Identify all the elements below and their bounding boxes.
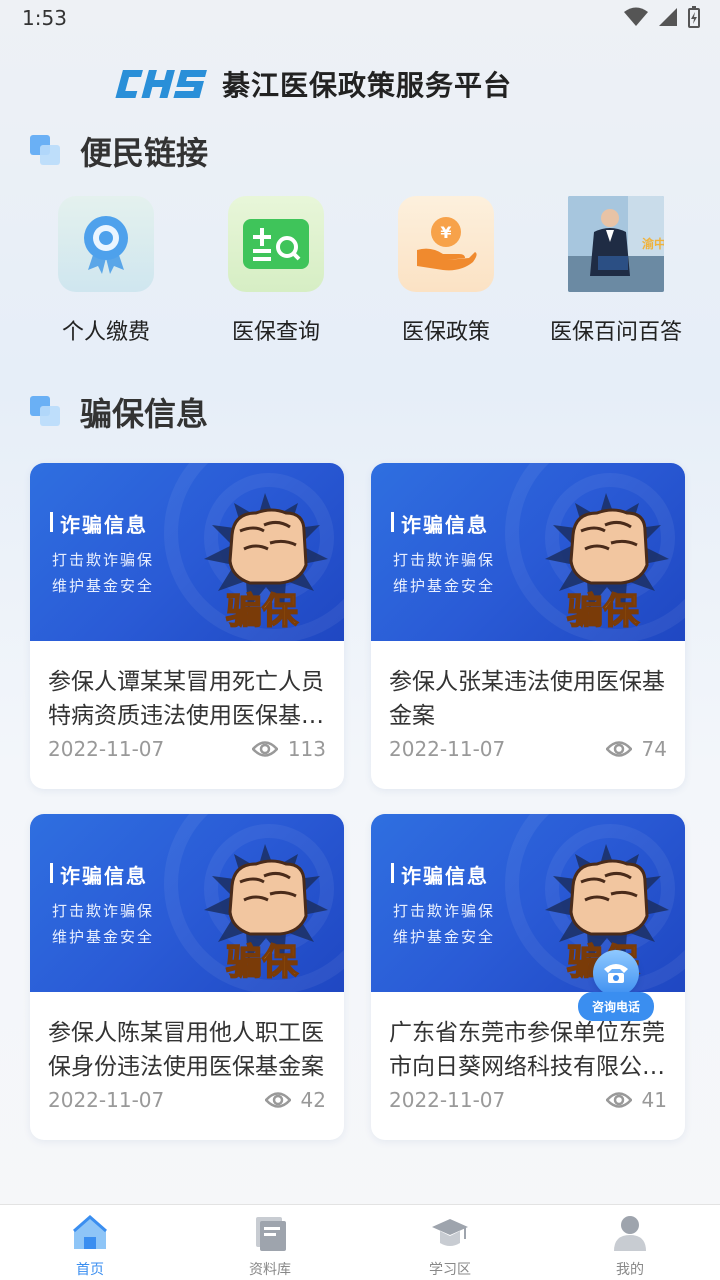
view-count: 41 xyxy=(641,1088,667,1112)
card-views: 74 xyxy=(605,737,667,761)
app-header: 綦江医保政策服务平台 xyxy=(110,62,512,106)
search-list-icon xyxy=(228,196,324,292)
tab-home[interactable]: 首页 xyxy=(0,1205,180,1280)
card-date: 2022-11-07 xyxy=(389,1088,506,1112)
banner-line: 打击欺诈骗保 xyxy=(52,551,155,569)
svg-text:¥: ¥ xyxy=(440,223,451,242)
banner-line: 维护基金安全 xyxy=(393,928,496,946)
section-squares-icon xyxy=(30,396,64,428)
view-count: 42 xyxy=(300,1088,326,1112)
banner-line: 打击欺诈骗保 xyxy=(52,902,155,920)
banner-title: 诈骗信息 xyxy=(401,513,489,537)
card-title: 参保人谭某某冒用死亡人员特病资质违法使用医保基金案 xyxy=(48,669,324,729)
consult-phone-button[interactable]: 咨询电话 xyxy=(578,950,654,1026)
banner-title: 诈骗信息 xyxy=(60,513,148,537)
tab-label: 我的 xyxy=(616,1262,644,1278)
chs-logo xyxy=(115,70,207,98)
banner-line: 维护基金安全 xyxy=(52,928,155,946)
tab-label: 学习区 xyxy=(429,1262,471,1278)
app-title: 綦江医保政策服务平台 xyxy=(222,69,513,102)
video-thumbnail: 渝中 xyxy=(568,196,664,292)
quick-link-insurance-query[interactable]: 医保查询 xyxy=(191,196,361,346)
quick-links: 个人缴费 医保查询 ¥ 医保政策 渝中 医保百问百答 xyxy=(0,196,720,356)
quick-links-title: 便民链接 xyxy=(80,134,209,172)
battery-icon xyxy=(688,6,700,28)
fraud-info-header: 骗保信息 xyxy=(30,389,208,435)
tab-profile[interactable]: 我的 xyxy=(540,1205,720,1280)
fraud-banner: 诈骗信息 打击欺诈骗保 维护基金安全 骗保 xyxy=(30,463,344,641)
book-icon xyxy=(256,1217,286,1251)
fist-text: 骗保 xyxy=(226,942,299,983)
wifi-icon xyxy=(624,7,648,26)
quick-link-label: 医保查询 xyxy=(231,320,320,345)
phone-icon xyxy=(593,950,639,996)
eye-icon xyxy=(251,741,278,757)
quick-link-insurance-policy[interactable]: ¥ 医保政策 xyxy=(361,196,531,346)
status-time: 1:53 xyxy=(22,6,67,30)
tab-library[interactable]: 资料库 xyxy=(180,1205,360,1280)
fist-text: 骗保 xyxy=(226,591,299,632)
user-icon xyxy=(614,1216,646,1251)
fraud-case-card[interactable]: 诈骗信息 打击欺诈骗保 维护基金安全 骗保 参保人谭某某冒用死亡人员特病资质违法… xyxy=(30,463,344,789)
status-icons xyxy=(624,6,700,28)
bottom-tab-bar: 首页 资料库 学习区 我的 xyxy=(0,1204,720,1280)
banner-line: 打击欺诈骗保 xyxy=(393,902,496,920)
fist-icon: 骗保 xyxy=(545,493,669,633)
fraud-case-card[interactable]: 诈骗信息 打击欺诈骗保 维护基金安全 骗保 参保人陈某冒用他人职工医保身份违法使… xyxy=(30,814,344,1140)
fist-text: 骗保 xyxy=(567,591,640,632)
card-title: 参保人陈某冒用他人职工医保身份违法使用医保基金案 xyxy=(48,1020,324,1080)
consult-label: 咨询电话 xyxy=(578,992,654,1021)
card-title: 广东省东莞市参保单位东莞市向日葵网络科技有限公司案 xyxy=(389,1020,665,1080)
eye-icon xyxy=(605,1092,632,1108)
home-icon xyxy=(73,1215,107,1249)
signal-icon xyxy=(659,8,677,26)
tab-label: 资料库 xyxy=(249,1262,291,1278)
banner-line: 维护基金安全 xyxy=(393,577,496,595)
view-count: 74 xyxy=(641,737,667,761)
eye-icon xyxy=(264,1092,291,1108)
fraud-banner: 诈骗信息 打击欺诈骗保 维护基金安全 骗保 xyxy=(30,814,344,992)
fraud-banner: 诈骗信息 打击欺诈骗保 维护基金安全 骗保 xyxy=(371,463,685,641)
tab-label: 首页 xyxy=(76,1262,104,1278)
hand-yen-icon: ¥ xyxy=(398,196,494,292)
fist-icon: 骗保 xyxy=(204,844,328,984)
quick-link-label: 医保政策 xyxy=(401,320,490,345)
banner-line: 维护基金安全 xyxy=(52,577,155,595)
card-date: 2022-11-07 xyxy=(48,737,165,761)
svg-text:渝中: 渝中 xyxy=(642,236,664,251)
fraud-case-card[interactable]: 诈骗信息 打击欺诈骗保 维护基金安全 骗保 参保人张某违法使用医保基金案 202… xyxy=(371,463,685,789)
card-views: 42 xyxy=(264,1088,326,1112)
card-date: 2022-11-07 xyxy=(48,1088,165,1112)
view-count: 113 xyxy=(287,737,326,761)
eye-icon xyxy=(605,741,632,757)
quick-links-header: 便民链接 xyxy=(30,128,208,174)
quick-link-qa[interactable]: 渝中 医保百问百答 xyxy=(531,196,701,346)
quick-link-label: 医保百问百答 xyxy=(549,320,682,345)
quick-link-personal-payment[interactable]: 个人缴费 xyxy=(21,196,191,346)
badge-icon xyxy=(58,196,154,292)
tab-study[interactable]: 学习区 xyxy=(360,1205,540,1280)
card-views: 113 xyxy=(251,737,326,761)
card-title: 参保人张某违法使用医保基金案 xyxy=(389,669,665,729)
fist-icon: 骗保 xyxy=(204,493,328,633)
section-squares-icon xyxy=(30,135,64,167)
card-views: 41 xyxy=(605,1088,667,1112)
fraud-info-title: 骗保信息 xyxy=(80,395,209,433)
banner-title: 诈骗信息 xyxy=(60,864,148,888)
banner-line: 打击欺诈骗保 xyxy=(393,551,496,569)
card-date: 2022-11-07 xyxy=(389,737,506,761)
quick-link-label: 个人缴费 xyxy=(61,320,150,345)
status-bar: 1:53 xyxy=(0,0,720,36)
graduation-cap-icon xyxy=(432,1219,468,1246)
banner-title: 诈骗信息 xyxy=(401,864,489,888)
